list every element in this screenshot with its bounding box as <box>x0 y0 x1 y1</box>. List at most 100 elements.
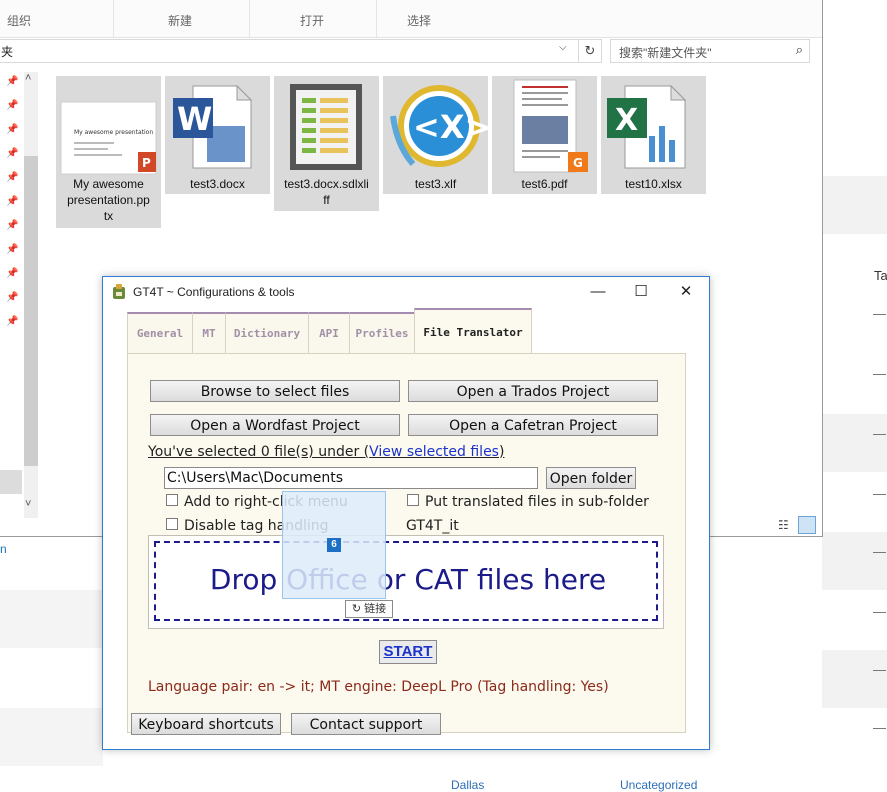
open-folder-button[interactable]: Open folder <box>546 467 636 489</box>
file-name: test3.docx <box>167 176 268 192</box>
file-item[interactable]: <X> test3.xlf <box>383 76 491 194</box>
gt4t-app-icon <box>113 284 125 299</box>
language-pair-status: Language pair: en -> it; MT engine: Deep… <box>148 679 609 695</box>
bg-dash: — <box>873 366 886 381</box>
ribbon-group-organize[interactable]: 组织 <box>0 0 114 37</box>
tab-file-translator[interactable]: File Translator <box>414 308 532 356</box>
navigation-pane: 📌 📌 📌 📌 📌 📌 📌 📌 📌 📌 📌 ˄ ˅ <box>0 66 40 518</box>
chevron-down-icon[interactable]: ⌵ <box>559 42 567 53</box>
pin-icon[interactable]: 📌 <box>6 292 18 303</box>
tab-dictionary[interactable]: Dictionary <box>225 312 309 354</box>
bg-column-header: Ta <box>874 268 887 283</box>
address-row: 夹 ⌵ ↻ 搜索"新建文件夹" ⌕ <box>0 38 822 64</box>
pin-icon[interactable]: 📌 <box>6 100 18 111</box>
bg-dash: — <box>873 306 886 321</box>
nav-scrollbar-thumb[interactable] <box>24 156 38 466</box>
open-trados-button[interactable]: Open a Trados Project <box>408 380 658 402</box>
pin-icon[interactable]: 📌 <box>6 268 18 279</box>
address-text: 夹 <box>1 45 14 59</box>
tab-profiles[interactable]: Profiles <box>349 312 415 354</box>
close-icon[interactable]: ✕ <box>671 281 701 303</box>
refresh-icon[interactable]: ↻ <box>578 39 602 63</box>
drag-link-tooltip: ↻ 链接 <box>345 600 393 618</box>
nav-selected-item[interactable] <box>0 470 22 494</box>
bg-bottom-link[interactable]: Uncategorized <box>620 778 697 792</box>
file-item[interactable]: test3.docx.sdlxli ff <box>274 76 379 211</box>
ribbon-group-select[interactable]: 选择 <box>377 0 467 37</box>
pin-icon[interactable]: 📌 <box>6 220 18 231</box>
folder-path-input[interactable]: C:\Users\Mac\Documents <box>164 467 538 489</box>
file-name-line: test3.docx <box>190 177 245 191</box>
drop-zone-text: Drop Office or CAT files here <box>209 563 607 596</box>
tab-general[interactable]: General <box>127 312 193 354</box>
bg-left-link[interactable]: n <box>0 542 7 556</box>
word-icon: W <box>165 76 270 176</box>
ribbon-group-open[interactable]: 打开 <box>250 0 377 37</box>
file-name: test10.xlsx <box>603 176 704 192</box>
keyboard-shortcuts-button[interactable]: Keyboard shortcuts <box>131 713 281 735</box>
bg-dash: — <box>873 604 886 619</box>
contact-support-button[interactable]: Contact support <box>291 713 441 735</box>
checkbox-box[interactable] <box>166 518 178 530</box>
sdlxliff-icon <box>274 76 379 176</box>
open-cafetran-button[interactable]: Open a Cafetran Project <box>408 414 658 436</box>
file-item[interactable]: W test3.docx <box>165 76 270 194</box>
drag-tooltip-text: 链接 <box>364 603 387 615</box>
svg-text:<X>: <X> <box>413 108 488 146</box>
search-icon: ⌕ <box>795 42 803 57</box>
checkbox-box[interactable] <box>166 494 178 506</box>
start-button[interactable]: START <box>379 640 437 664</box>
pin-icon[interactable]: 📌 <box>6 148 18 159</box>
bg-dash: — <box>873 720 886 735</box>
ribbon-group-new[interactable]: 新建 <box>114 0 250 37</box>
address-bar[interactable]: 夹 ⌵ <box>0 39 600 63</box>
file-name: test6.pdf <box>494 176 595 192</box>
svg-text:W: W <box>177 100 212 138</box>
title-bar[interactable]: GT4T ~ Configurations & tools — ☐ ✕ <box>103 277 709 307</box>
open-wordfast-button[interactable]: Open a Wordfast Project <box>150 414 400 436</box>
subfolder-name: GT4T_it <box>406 518 459 534</box>
pin-icon[interactable]: 📌 <box>6 196 18 207</box>
browse-files-button[interactable]: Browse to select files <box>150 380 400 402</box>
pin-icon[interactable]: 📌 <box>6 76 18 87</box>
file-name: test3.xlf <box>385 176 486 192</box>
drag-preview: 6 ↻ 链接 <box>282 491 393 618</box>
drop-zone-border: Drop Office or CAT files here <box>154 541 658 621</box>
scroll-up-icon[interactable]: ˄ <box>25 72 31 84</box>
bg-row-band <box>822 176 887 234</box>
tab-api[interactable]: API <box>308 312 350 354</box>
ribbon-label: 打开 <box>300 14 325 28</box>
search-input[interactable]: 搜索"新建文件夹" ⌕ <box>610 39 810 63</box>
bg-dash: — <box>873 426 886 441</box>
selection-summary: You've selected 0 file(s) under (View se… <box>148 444 504 460</box>
drop-zone[interactable]: Drop Office or CAT files here <box>148 535 664 629</box>
file-name-line: My awesome <box>73 177 144 191</box>
file-item[interactable]: G test6.pdf <box>492 76 597 194</box>
scroll-down-icon[interactable]: ˅ <box>25 498 31 510</box>
bg-bottom-link[interactable]: Dallas <box>451 778 484 792</box>
pin-icon[interactable]: 📌 <box>6 316 18 327</box>
file-name-line: test10.xlsx <box>625 177 682 191</box>
file-item[interactable]: My awesome presentation P My awesome pre… <box>56 76 161 228</box>
minimize-icon[interactable]: — <box>583 281 613 303</box>
bg-row-band <box>822 414 887 472</box>
file-item[interactable]: X test10.xlsx <box>601 76 706 194</box>
details-view-icon[interactable]: ☷ <box>778 518 789 532</box>
view-selected-files-link[interactable]: View selected files <box>369 444 499 460</box>
checkbox-label: Put translated files in sub-folder <box>425 494 649 510</box>
bg-row-band <box>0 708 103 766</box>
pin-icon[interactable]: 📌 <box>6 172 18 183</box>
maximize-icon[interactable]: ☐ <box>626 281 656 303</box>
subfolder-checkbox[interactable]: Put translated files in sub-folder <box>407 494 649 510</box>
pin-icon[interactable]: 📌 <box>6 124 18 135</box>
bg-row-band <box>822 650 887 708</box>
file-name-line: tx <box>103 209 114 223</box>
bg-dash: — <box>873 486 886 501</box>
large-icons-view-icon[interactable] <box>798 516 816 534</box>
file-name: test3.docx.sdlxli ff <box>276 176 377 208</box>
file-name-line: test3.xlf <box>414 177 457 191</box>
pin-icon[interactable]: 📌 <box>6 244 18 255</box>
checkbox-box[interactable] <box>407 494 419 506</box>
tab-mt[interactable]: MT <box>192 312 226 354</box>
file-translator-panel: Browse to select files Open a Trados Pro… <box>127 353 686 733</box>
